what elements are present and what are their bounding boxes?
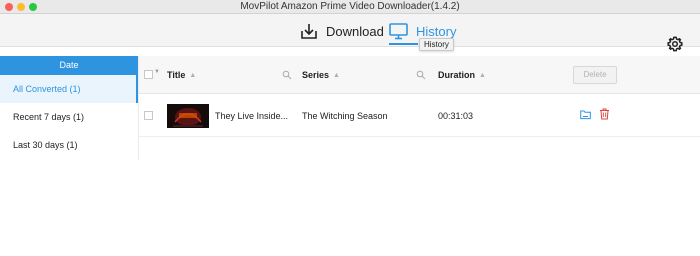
row-title: They Live Inside... [215, 111, 289, 121]
monitor-icon [389, 22, 408, 39]
sidebar-header: Date [0, 56, 138, 75]
search-icon[interactable] [282, 70, 292, 80]
column-header-duration[interactable]: Duration ▲︎ [438, 70, 486, 80]
search-icon[interactable] [416, 70, 426, 80]
gear-icon[interactable] [666, 35, 684, 53]
toolbar: Download History [0, 14, 700, 52]
delete-button[interactable]: Delete [573, 66, 617, 84]
window-title: MovPilot Amazon Prime Video Downloader(1… [240, 1, 460, 12]
video-thumbnail [167, 104, 209, 128]
chevron-down-icon[interactable]: ▼ [154, 69, 160, 75]
sidebar-item-recent-7-days[interactable]: Recent 7 days (1) [0, 103, 138, 131]
active-tab-indicator [389, 43, 418, 45]
trash-icon[interactable] [599, 108, 610, 120]
tab-download-label: Download [326, 23, 384, 39]
folder-icon[interactable] [580, 109, 591, 120]
row-checkbox[interactable] [144, 111, 153, 120]
sort-icon[interactable]: ▲︎ [333, 72, 340, 79]
sort-icon[interactable]: ▲︎ [479, 72, 486, 79]
tab-download[interactable]: Download [300, 19, 384, 43]
column-header-title[interactable]: Title ▲︎ [167, 70, 196, 80]
column-header-series[interactable]: Series ▲︎ [302, 70, 340, 80]
history-tooltip: History [419, 38, 454, 51]
sidebar-item-last-30-days[interactable]: Last 30 days (1) [0, 131, 138, 159]
download-icon [301, 23, 317, 39]
sidebar-item-all-converted[interactable]: All Converted (1) [0, 75, 138, 103]
date-filter-sidebar: Date All Converted (1) Recent 7 days (1)… [0, 56, 139, 160]
title-bar: MovPilot Amazon Prime Video Downloader(1… [0, 0, 700, 14]
sort-icon[interactable]: ▲︎ [189, 72, 196, 79]
select-all-checkbox[interactable] [144, 70, 153, 79]
row-series: The Witching Season [302, 111, 388, 121]
tab-history-label: History [416, 23, 457, 39]
row-duration: 00:31:03 [438, 111, 474, 121]
